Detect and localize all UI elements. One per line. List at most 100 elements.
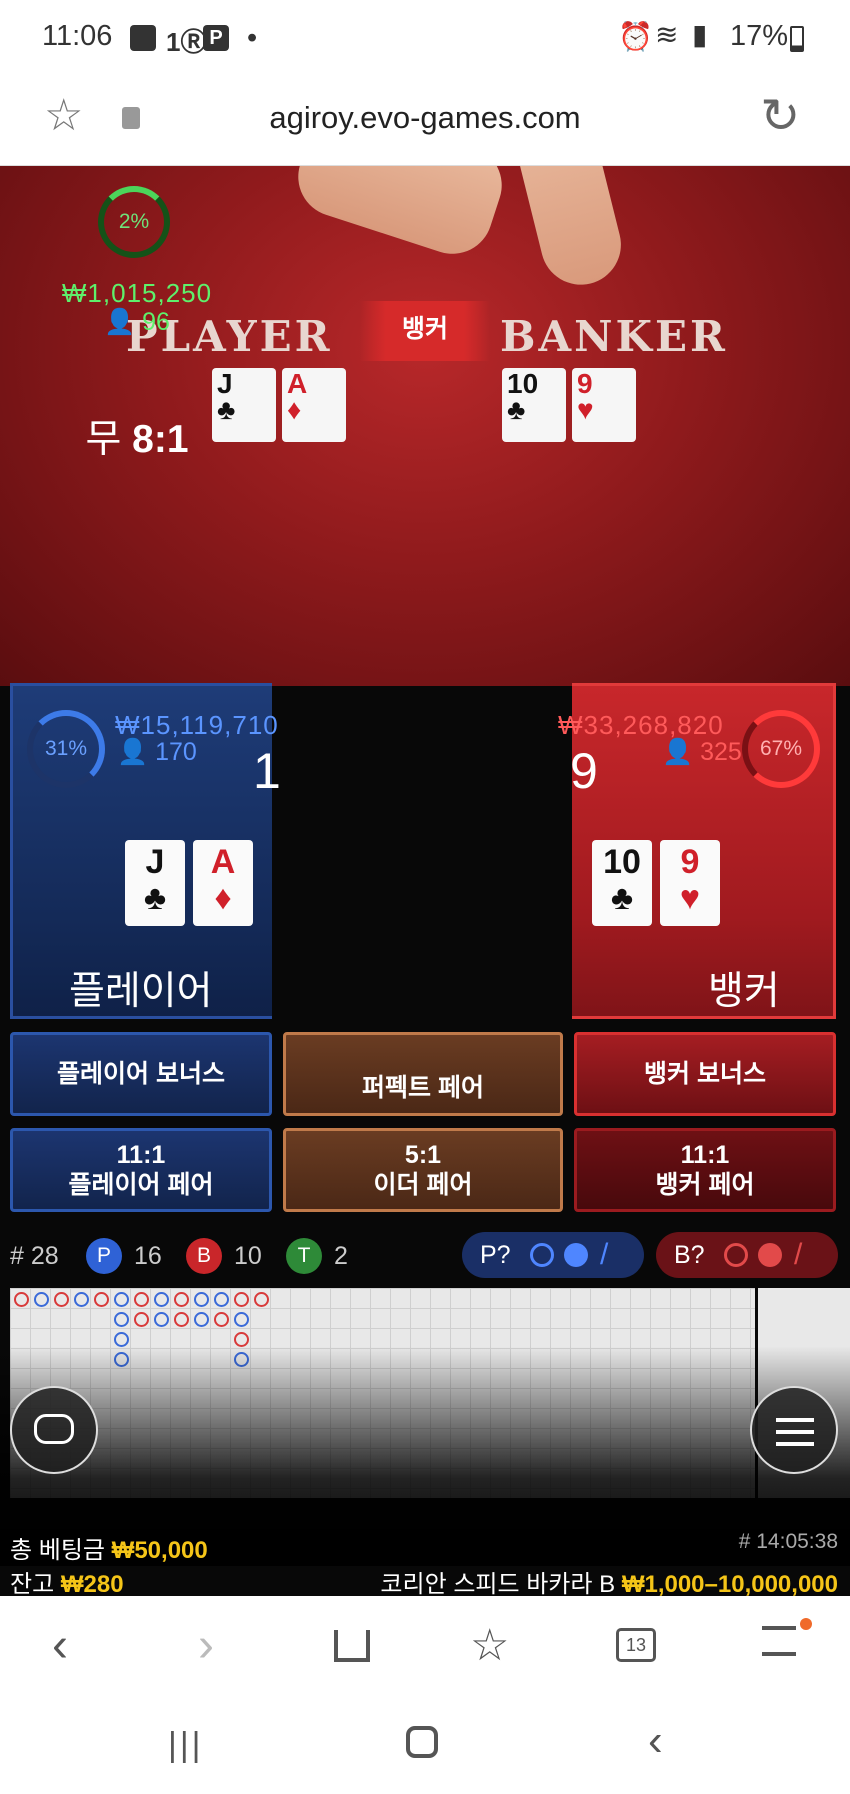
player-score: 1 — [253, 743, 281, 799]
stats-bar: # 28 P 16 B 10 T 2 P? / B? / — [0, 1228, 850, 1284]
road-marker — [234, 1292, 249, 1307]
table-info: 코리안 스피드 바카라 B ₩1,000–10,000,000 — [380, 1571, 838, 1596]
either-pair-button[interactable]: 5:1 이더 페어 — [283, 1128, 563, 1212]
banker-label: 뱅커 — [708, 970, 780, 1013]
url-text[interactable]: agiroy.evo-games.com — [0, 100, 850, 136]
banker-pair-button[interactable]: 11:1 뱅커 페어 — [574, 1128, 836, 1212]
forward-icon[interactable]: › — [198, 1618, 214, 1673]
player-bet-amount: ₩15,119,710 — [115, 710, 279, 740]
player-bet-area[interactable]: 31% ₩15,119,710 👤 170 1 J ♣ A ♦ 플레이어 — [10, 683, 281, 1019]
road-marker — [174, 1312, 189, 1327]
road-marker — [234, 1312, 249, 1327]
road-marker — [154, 1312, 169, 1327]
tie-label: 무 8:1 — [85, 418, 189, 461]
round-count: # 28 — [10, 1242, 59, 1270]
browser-nav: ‹ › ☆ 13 ||| ‹ — [0, 1596, 850, 1794]
road-marker — [54, 1292, 69, 1307]
status-bar: 11:06 1Ⓡ P • ⏰ ≋ ▮ 17% — [0, 0, 850, 80]
road-marker — [74, 1292, 89, 1307]
road-marker — [214, 1292, 229, 1307]
wifi-icon: ≋ — [655, 19, 679, 50]
battery-icon — [790, 26, 804, 52]
system-back-icon[interactable]: ‹ — [648, 1716, 663, 1766]
player-pair-button[interactable]: 11:1 플레이어 페어 — [10, 1128, 272, 1212]
road-marker — [254, 1292, 269, 1307]
player-label: 플레이어 — [69, 970, 213, 1013]
back-icon[interactable]: ‹ — [52, 1618, 68, 1673]
predict-slash-icon: / — [600, 1238, 609, 1271]
alarm-icon: ⏰ — [618, 21, 653, 52]
baccarat-game: PLAYER BANKER 뱅커 J ♣ A ♦ 10 ♣ 9 ♥ 31% ₩15,11… — [0, 166, 850, 1596]
banker-bonus-button[interactable]: 뱅커 보너스 — [574, 1032, 836, 1116]
banker-card-1: 10 ♣ — [592, 840, 652, 926]
browser-url-bar: ☆ agiroy.evo-games.com ↻ — [0, 80, 850, 166]
road-marker — [194, 1312, 209, 1327]
road-marker — [214, 1312, 229, 1327]
home-icon[interactable] — [334, 1630, 370, 1662]
clock: 11:06 — [42, 20, 113, 52]
tabs-icon[interactable]: 13 — [616, 1628, 656, 1662]
road-marker — [234, 1332, 249, 1347]
dealer-hand-left — [287, 166, 513, 265]
home-button-icon[interactable] — [406, 1726, 438, 1758]
player-wins-count: 16 — [134, 1242, 162, 1270]
player-bettor-count: 👤 170 — [117, 738, 197, 766]
balance: 잔고 ₩280 — [10, 1571, 124, 1596]
road-marker — [174, 1292, 189, 1307]
chat-bubble-icon[interactable] — [10, 1386, 98, 1474]
round-time: # 14:05:38 — [738, 1530, 838, 1553]
perfect-pair-button[interactable]: 퍼펙트 페어 — [283, 1032, 563, 1116]
banker-bet-area[interactable]: ₩33,268,820 👤 325 67% 9 10 ♣ 9 ♥ 뱅커 — [558, 683, 836, 1019]
road-marker — [154, 1292, 169, 1307]
player-bonus-button[interactable]: 플레이어 보너스 — [10, 1032, 272, 1116]
predict-dot-icon — [564, 1243, 588, 1267]
total-bet: 총 베팅금 ₩50,000 — [10, 1537, 208, 1564]
gallery-icon — [130, 25, 156, 51]
predict-circle-icon — [724, 1243, 748, 1267]
road-marker — [134, 1292, 149, 1307]
banker-score: 9 — [570, 743, 598, 799]
tie-bet-amount: ₩1,015,250 — [61, 278, 213, 308]
predict-slash-icon: / — [794, 1238, 803, 1271]
road-marker — [34, 1292, 49, 1307]
notification-dot — [800, 1618, 812, 1630]
banker-predict-button[interactable]: B? / — [656, 1232, 838, 1278]
app-icon: 1Ⓡ — [166, 27, 207, 57]
table-card-player-2: A ♦ — [282, 368, 346, 442]
player-card-1: J ♣ — [125, 840, 185, 926]
banker-wins-count: 10 — [234, 1242, 262, 1270]
table-card-banker-2: 9 ♥ — [572, 368, 636, 442]
dealer-hand-right — [510, 166, 630, 294]
banker-card-2: 9 ♥ — [660, 840, 720, 926]
tie-wins-count: 2 — [334, 1242, 348, 1270]
table-card-banker-1: 10 ♣ — [502, 368, 566, 442]
reload-icon[interactable]: ↻ — [760, 88, 800, 144]
predict-dot-icon — [758, 1243, 782, 1267]
player-predict-button[interactable]: P? / — [462, 1232, 644, 1278]
player-wins-icon: P — [86, 1238, 122, 1274]
player-card-2: A ♦ — [193, 840, 253, 926]
banker-bettor-count: 👤 325 — [662, 738, 742, 766]
player-percent-ring: 31% — [27, 710, 105, 788]
road-marker — [134, 1312, 149, 1327]
bookmarks-icon[interactable]: ☆ — [470, 1620, 509, 1671]
road-marker — [114, 1332, 129, 1347]
menu-icon[interactable] — [750, 1386, 838, 1474]
bet-info-bar: 총 베팅금 ₩50,000 잔고 ₩280 # 14:05:38 코리안 스피드… — [0, 1522, 850, 1596]
road-marker — [114, 1312, 129, 1327]
parking-icon: P — [203, 25, 229, 51]
browser-menu-icon[interactable] — [762, 1626, 796, 1656]
road-marker — [14, 1292, 29, 1307]
winner-banner: 뱅커 — [360, 301, 490, 361]
tie-percent-ring: 2% — [98, 186, 170, 258]
banker-wins-icon: B — [186, 1238, 222, 1274]
table-banker-word: BANKER — [500, 312, 728, 361]
tie-wins-icon: T — [286, 1238, 322, 1274]
banker-percent-ring: 67% — [742, 710, 820, 788]
battery-percent: 17% — [730, 20, 789, 52]
signal-icon: ▮ — [692, 19, 708, 50]
predict-circle-icon — [530, 1243, 554, 1267]
road-marker — [94, 1292, 109, 1307]
tie-bettor-count: 👤 96 — [104, 308, 170, 336]
recents-icon[interactable]: ||| — [168, 1726, 204, 1765]
